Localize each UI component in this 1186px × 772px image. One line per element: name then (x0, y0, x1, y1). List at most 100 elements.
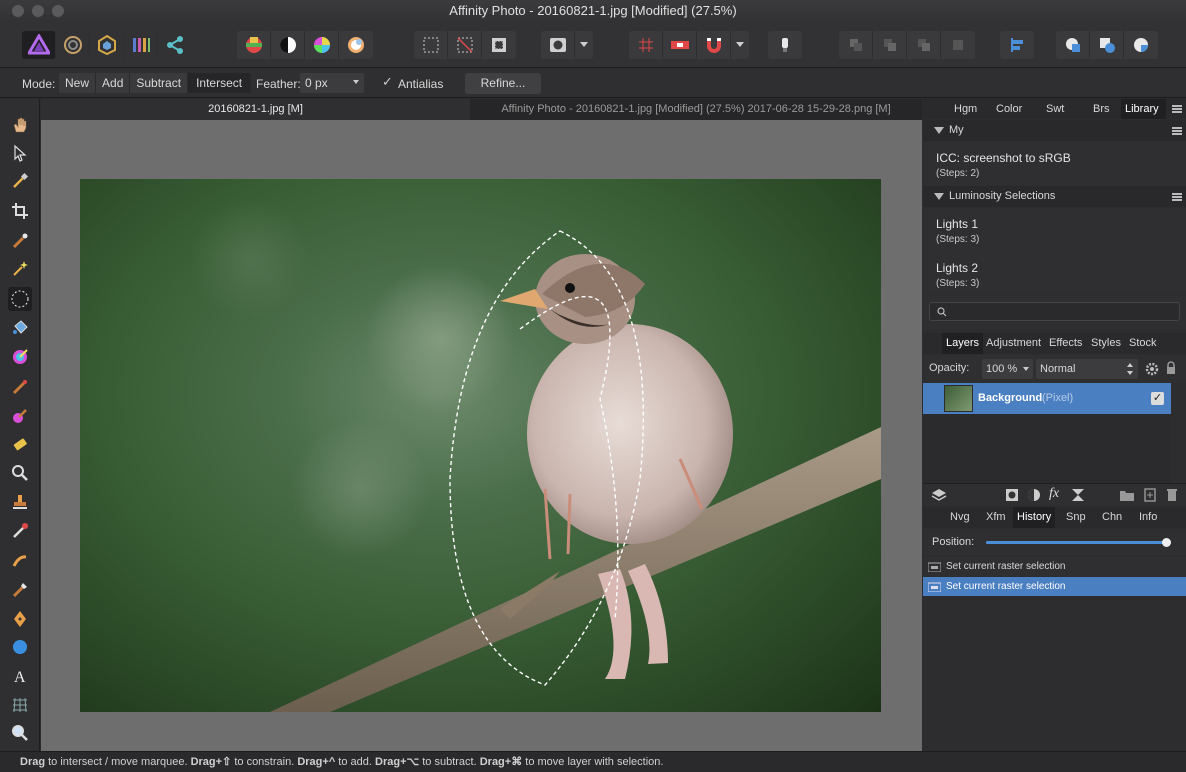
category-menu-icon[interactable] (1172, 193, 1182, 201)
gradient-tool-icon[interactable] (8, 345, 32, 369)
tab-nvg[interactable]: Nvg (950, 507, 970, 527)
tab-info[interactable]: Info (1139, 507, 1157, 527)
trash-icon[interactable] (1166, 487, 1178, 503)
tab-history[interactable]: History (1013, 507, 1056, 528)
minimize-window-button[interactable] (32, 5, 44, 17)
mode-subtract-button[interactable]: Subtract (130, 73, 189, 93)
develop-persona-icon[interactable] (90, 31, 124, 59)
layer-visibility-checkbox[interactable]: ✓ (1151, 392, 1164, 405)
tab-snp[interactable]: Snp (1066, 507, 1086, 527)
layer-row-selected[interactable]: Background (Pixel) ✓ (923, 383, 1171, 414)
tab-swt[interactable]: Swt (1046, 99, 1064, 119)
history-entry[interactable]: Set current raster selection (923, 557, 1186, 576)
crop-tool-icon[interactable] (8, 199, 32, 223)
position-slider-knob[interactable] (1162, 538, 1171, 547)
live-filter-icon[interactable] (1071, 488, 1085, 502)
move-to-front-icon[interactable] (941, 31, 975, 59)
eraser-icon[interactable] (8, 432, 32, 456)
color-picker-icon[interactable] (8, 169, 32, 193)
document-image[interactable] (80, 179, 881, 712)
add-shapes-icon[interactable] (1056, 31, 1090, 59)
assistant-icon[interactable] (768, 31, 802, 59)
intersect-shapes-icon[interactable] (1124, 31, 1158, 59)
mode-segmented-control[interactable]: New Add Subtract Intersect (59, 73, 252, 93)
category-menu-icon[interactable] (1172, 127, 1182, 135)
black-white-icon[interactable] (271, 31, 305, 59)
history-entry-selected[interactable]: Set current raster selection (923, 577, 1186, 596)
snapping-magnet-icon[interactable] (697, 31, 731, 59)
feather-field[interactable]: 0 px (300, 73, 364, 93)
flood-fill-bucket-icon[interactable] (8, 316, 32, 340)
quick-mask-icon[interactable] (541, 31, 575, 59)
grid-icon[interactable] (629, 31, 663, 59)
mask-layer-icon[interactable] (1005, 488, 1019, 502)
tab-brs[interactable]: Brs (1093, 99, 1110, 119)
new-pixel-layer-icon[interactable] (1143, 487, 1157, 503)
tab-layers[interactable]: Layers (942, 333, 984, 354)
text-tool-icon[interactable]: A (8, 664, 32, 688)
move-to-back-icon[interactable] (839, 31, 873, 59)
tab-stock[interactable]: Stock (1129, 333, 1157, 353)
layers-stack-icon[interactable] (931, 487, 947, 503)
close-window-button[interactable] (12, 5, 24, 17)
tab-xfm[interactable]: Xfm (986, 507, 1006, 527)
blemish-remover-icon[interactable] (8, 519, 32, 543)
ellipse-shape-icon[interactable] (8, 635, 32, 659)
select-all-icon[interactable] (414, 31, 448, 59)
zoom-tool-icon[interactable] (8, 721, 32, 745)
elliptical-marquee-icon[interactable] (8, 287, 32, 311)
dodge-burn-icon[interactable] (8, 461, 32, 485)
paint-brush-icon[interactable] (8, 375, 32, 399)
color-replacement-brush-icon[interactable] (8, 404, 32, 428)
pen-tool-icon[interactable] (8, 607, 32, 631)
folder-icon[interactable] (1119, 488, 1135, 502)
mesh-warp-icon[interactable] (8, 693, 32, 717)
library-item[interactable]: Lights 1 (Steps: 3) (923, 208, 1186, 251)
hsl-icon[interactable] (305, 31, 339, 59)
invert-selection-icon[interactable] (482, 31, 516, 59)
library-search-input[interactable] (929, 302, 1180, 321)
tab-color[interactable]: Color (996, 99, 1022, 119)
refine-button[interactable]: Refine... (465, 73, 541, 94)
selection-brush-icon[interactable] (8, 229, 32, 253)
force-pixel-alignment-icon[interactable] (663, 31, 697, 59)
gear-icon[interactable] (1145, 362, 1159, 376)
tone-mapping-persona-icon[interactable] (124, 31, 158, 59)
zoom-window-button[interactable] (52, 5, 64, 17)
view-tool-hand-icon[interactable] (8, 113, 32, 137)
chevron-down-icon[interactable] (731, 31, 749, 59)
white-balance-icon[interactable] (339, 31, 373, 59)
tab-hgm[interactable]: Hgm (954, 99, 977, 119)
lock-icon[interactable] (1166, 361, 1176, 375)
flood-select-wand-icon[interactable] (8, 257, 32, 281)
opacity-field[interactable]: 100 % (982, 359, 1033, 379)
tab-adjustment[interactable]: Adjustment (986, 333, 1041, 353)
mode-intersect-button[interactable]: Intersect (188, 73, 252, 93)
panel-menu-icon[interactable] (1172, 105, 1182, 113)
subtract-shapes-icon[interactable] (1090, 31, 1124, 59)
document-tab[interactable]: Affinity Photo - 20160821-1.jpg [Modifie… (470, 99, 922, 120)
tab-chn[interactable]: Chn (1102, 507, 1122, 527)
clone-stamp-icon[interactable] (8, 490, 32, 514)
blend-mode-select[interactable]: Normal (1036, 359, 1138, 379)
export-persona-icon[interactable] (158, 31, 192, 59)
position-slider[interactable] (986, 538, 1171, 547)
chevron-down-icon[interactable] (575, 31, 593, 59)
tab-effects[interactable]: Effects (1049, 333, 1082, 353)
mode-new-button[interactable]: New (59, 73, 97, 93)
photo-persona-icon[interactable] (22, 31, 56, 59)
library-item[interactable]: ICC: screenshot to sRGB (Steps: 2) (923, 142, 1186, 185)
levels-icon[interactable] (237, 31, 271, 59)
window-controls[interactable] (12, 5, 64, 17)
tab-styles[interactable]: Styles (1091, 333, 1121, 353)
library-item[interactable]: Lights 2 (Steps: 3) (923, 252, 1186, 295)
mode-add-button[interactable]: Add (96, 73, 131, 93)
tab-library[interactable]: Library (1121, 99, 1166, 119)
library-category-my[interactable]: My (923, 120, 1186, 141)
sharpen-brush-icon[interactable] (8, 578, 32, 602)
adjustment-layer-icon[interactable] (1027, 488, 1041, 502)
document-tab-active[interactable]: 20160821-1.jpg [M] (41, 99, 470, 120)
smudge-tool-icon[interactable] (8, 549, 32, 573)
liquify-persona-icon[interactable] (56, 31, 90, 59)
fx-icon[interactable]: fx (1049, 486, 1059, 502)
